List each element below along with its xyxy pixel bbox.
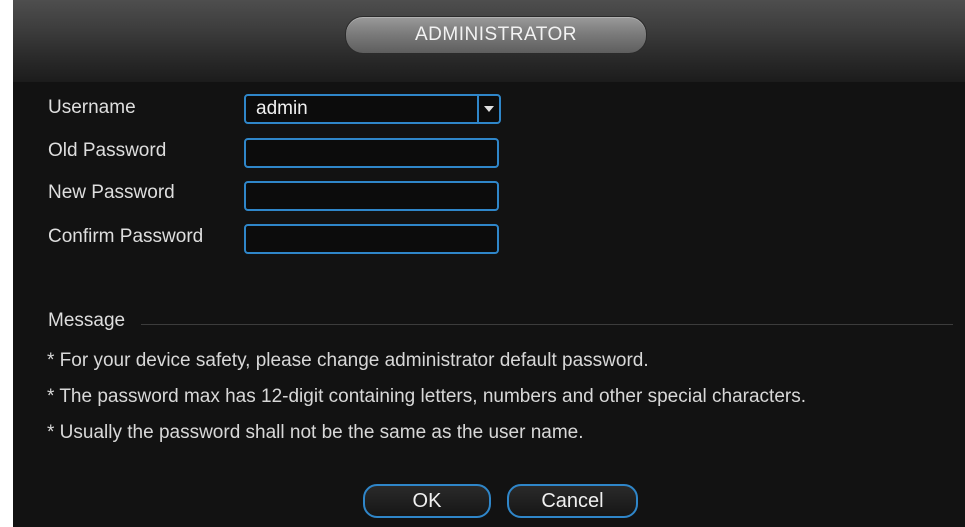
old-password-field[interactable] <box>244 138 499 168</box>
message-divider <box>141 324 953 325</box>
cancel-button[interactable]: Cancel <box>507 484 638 518</box>
username-dropdown[interactable]: admin <box>244 94 501 124</box>
old-password-label: Old Password <box>48 140 167 161</box>
dialog-title: ADMINISTRATOR <box>345 16 647 54</box>
username-label: Username <box>48 97 136 118</box>
ok-button[interactable]: OK <box>363 484 491 518</box>
message-title: Message <box>48 310 126 331</box>
new-password-field[interactable] <box>244 181 499 211</box>
confirm-password-field[interactable] <box>244 224 499 254</box>
message-line: * The password max has 12-digit containi… <box>47 386 806 407</box>
message-line: * Usually the password shall not be the … <box>47 422 584 443</box>
new-password-label: New Password <box>48 182 175 203</box>
chevron-down-icon[interactable] <box>477 96 499 122</box>
administrator-dialog: ADMINISTRATOR Username admin Old Passwor… <box>13 0 965 527</box>
message-line: * For your device safety, please change … <box>47 350 649 371</box>
title-bar: ADMINISTRATOR <box>13 0 965 82</box>
username-selected-value: admin <box>256 98 308 119</box>
confirm-password-label: Confirm Password <box>48 226 204 247</box>
